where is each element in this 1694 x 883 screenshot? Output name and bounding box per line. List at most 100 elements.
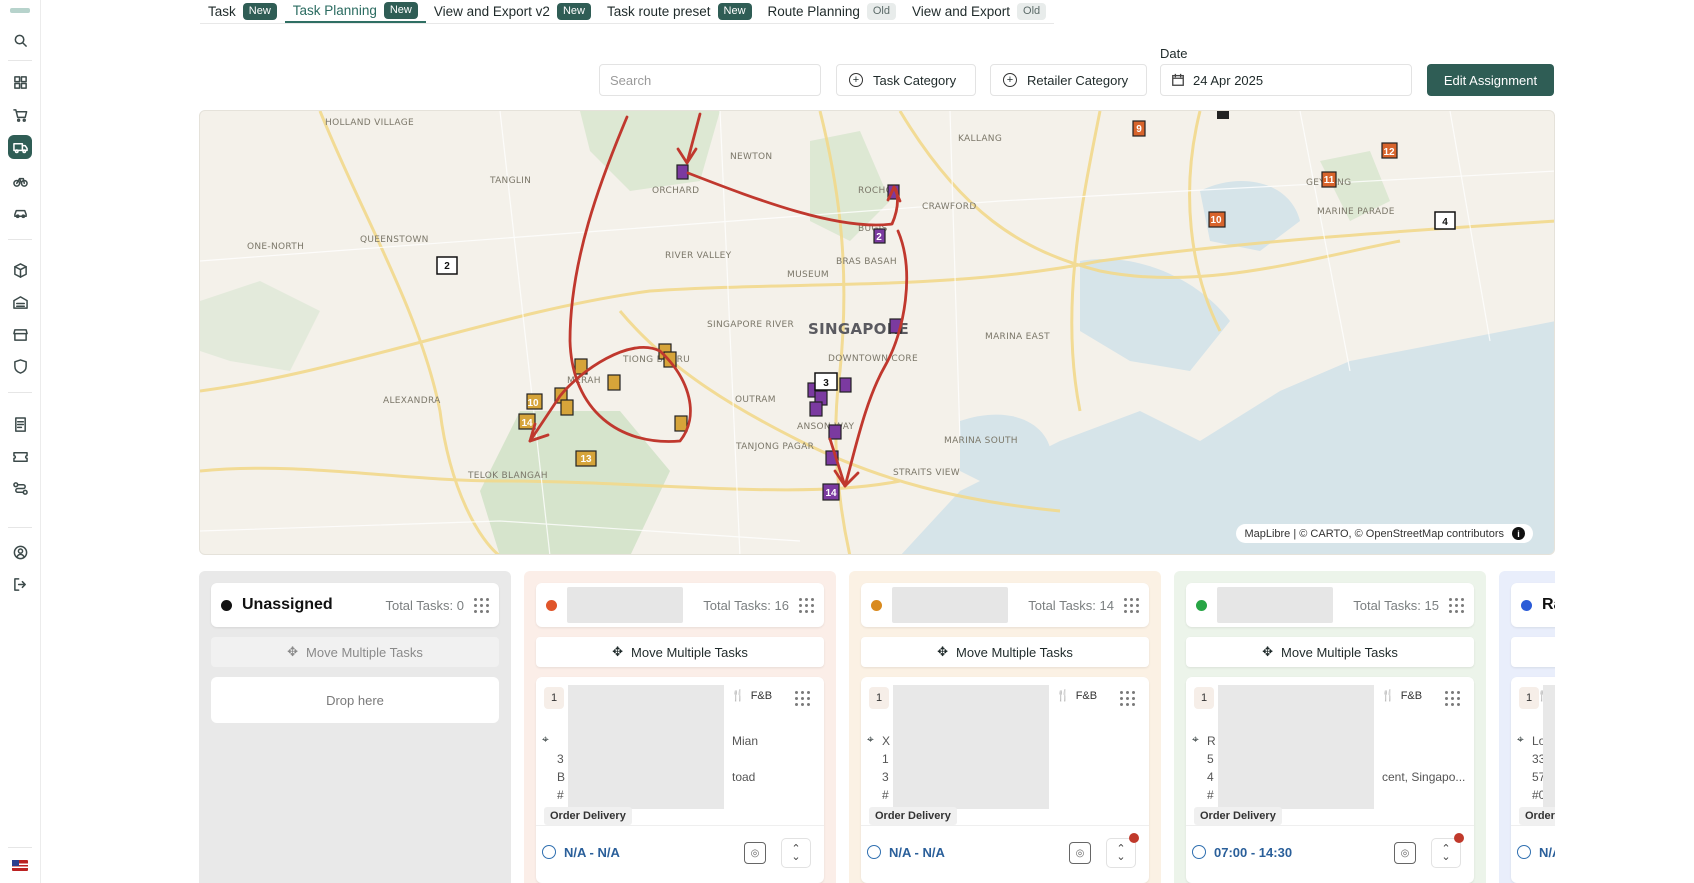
drag-handle-icon[interactable] xyxy=(1124,597,1139,613)
driver-column: Unassigned Total Tasks: 0 ✥ Move Multiple T… xyxy=(199,571,511,883)
address-line xyxy=(1382,786,1465,804)
map-place-label: ONE-NORTH xyxy=(247,242,304,252)
address-line: 3 xyxy=(882,770,889,784)
calendar-icon xyxy=(1172,73,1184,86)
task-card[interactable]: 1 🍴 F&B ⌖ R 5 4 # cent, Singapo... Order Delivery… xyxy=(1186,677,1474,883)
address-line: # xyxy=(557,788,564,802)
drag-handle-icon[interactable] xyxy=(1445,691,1460,706)
tab-view-and-export-v2[interactable]: View and Export v2 New xyxy=(426,0,599,23)
move-multiple-tasks-button[interactable]: ✥ Move Multiple Tasks xyxy=(536,637,824,667)
move-multiple-tasks-button[interactable]: ✥ Move Multiple Tasks xyxy=(211,637,499,667)
info-icon[interactable]: i xyxy=(1512,527,1525,540)
column-title: Unassigned xyxy=(242,596,333,613)
scan-icon[interactable]: ◎ xyxy=(1069,842,1091,864)
warehouse-icon[interactable] xyxy=(8,290,32,314)
account-icon[interactable] xyxy=(8,540,32,564)
task-sequence: 1 xyxy=(1194,687,1214,709)
map-place-label: MARINE PARADE xyxy=(1317,207,1395,217)
location-pin-icon: ⌖ xyxy=(1517,732,1524,746)
drag-handle-icon[interactable] xyxy=(799,597,814,613)
document-icon[interactable] xyxy=(8,412,32,436)
cart-icon[interactable] xyxy=(8,103,32,127)
category-label: F&B xyxy=(750,689,773,702)
tab-task-planning[interactable]: Task Planning New xyxy=(284,0,426,23)
map-place-label: TELOK BLANGAH xyxy=(467,471,548,481)
move-multiple-tasks-button[interactable] xyxy=(1511,637,1555,667)
toolbar: + Task Category + Retailer Category Date 2… xyxy=(0,46,1694,96)
shield-icon[interactable] xyxy=(8,354,32,378)
logout-icon[interactable] xyxy=(8,572,32,596)
driver-column: Total Tasks: 16 ✥ Move Multiple Tasks 1 🍴 F&B… xyxy=(524,571,836,883)
drag-handle-icon[interactable] xyxy=(474,597,489,613)
order-type-tag: Order xyxy=(1519,807,1555,825)
drag-handle-icon[interactable] xyxy=(1120,691,1135,706)
scan-icon[interactable]: ◎ xyxy=(744,842,766,864)
total-tasks: Total Tasks: 15 xyxy=(1353,597,1439,613)
drop-zone[interactable]: Drop here xyxy=(211,677,499,723)
store-icon[interactable] xyxy=(8,322,32,346)
map-attribution: MapLibre | © CARTO, © OpenStreetMap cont… xyxy=(1236,524,1533,543)
sidebar-divider xyxy=(8,392,32,393)
tab-task[interactable]: Task New xyxy=(200,0,285,23)
plus-circle-icon: + xyxy=(849,73,863,87)
alert-badge xyxy=(1454,833,1464,843)
utensils-icon: 🍴 xyxy=(731,690,745,702)
tab-route-planning[interactable]: Route Planning Old xyxy=(760,0,904,23)
retailer-category-button[interactable]: + Retailer Category xyxy=(990,64,1147,96)
status-dot xyxy=(546,599,557,611)
map-pin-number: 2 xyxy=(876,232,882,243)
map-place-label: TANGLIN xyxy=(489,176,531,186)
map-place-label: MARINA SOUTH xyxy=(944,436,1018,446)
task-card[interactable]: 1 🍴 F&B ⌖ X 1 3 # Order Delivery N/A - N/A ◎ ⌃ ⌄ xyxy=(861,677,1149,883)
tab-badge: New xyxy=(717,3,752,20)
drag-handle-icon[interactable] xyxy=(795,691,810,706)
package-icon[interactable] xyxy=(8,258,32,282)
bicycle-icon[interactable] xyxy=(8,168,32,192)
search-icon[interactable] xyxy=(8,28,32,52)
scan-icon[interactable]: ◎ xyxy=(1394,842,1416,864)
location-pin-icon: ⌖ xyxy=(1192,732,1199,746)
redacted-customer-info xyxy=(568,685,724,809)
clock-icon xyxy=(1192,845,1206,859)
column-header: Unassigned Total Tasks: 0 xyxy=(211,583,499,627)
redacted-driver-name xyxy=(567,587,683,623)
status-dot xyxy=(871,599,882,611)
map-place-label: ALEXANDRA xyxy=(383,396,441,406)
tab-bar: Task New Task Planning New View and Export v… xyxy=(200,0,1055,24)
delivery-truck-icon[interactable] xyxy=(8,135,32,159)
move-icon: ✥ xyxy=(937,644,949,659)
task-sequence: 1 xyxy=(544,687,564,709)
map-place-label: RIVER VALLEY xyxy=(665,251,732,261)
reorder-button[interactable]: ⌃ ⌄ xyxy=(1431,833,1464,868)
move-multiple-tasks-button[interactable]: ✥ Move Multiple Tasks xyxy=(1186,637,1474,667)
reorder-button[interactable]: ⌃ ⌄ xyxy=(781,838,811,868)
task-category-button[interactable]: + Task Category xyxy=(836,64,976,96)
tab-task-route-preset[interactable]: Task route preset New xyxy=(599,0,760,23)
search-input[interactable] xyxy=(599,64,821,96)
ticket-icon[interactable] xyxy=(8,444,32,468)
total-tasks: Total Tasks: 16 xyxy=(703,597,789,613)
date-picker[interactable]: 24 Apr 2025 xyxy=(1160,64,1412,96)
tab-label: Task xyxy=(208,4,236,19)
route-icon[interactable] xyxy=(8,476,32,500)
total-tasks: Total Tasks: 14 xyxy=(1028,597,1114,613)
edit-assignment-button[interactable]: Edit Assignment xyxy=(1427,64,1554,96)
move-multiple-tasks-button[interactable]: ✥ Move Multiple Tasks xyxy=(861,637,1149,667)
sidebar-divider xyxy=(8,847,32,848)
task-card[interactable]: 1🍴FC⌖Lon33057 (#01OrderN/A◎⌃⌄ xyxy=(1511,677,1555,883)
drag-handle-icon[interactable] xyxy=(1449,597,1464,613)
location-pin-icon: ⌖ xyxy=(542,732,549,746)
task-sequence: 1 xyxy=(1519,687,1539,709)
reorder-button[interactable]: ⌃ ⌄ xyxy=(1106,833,1139,868)
car-icon[interactable] xyxy=(8,200,32,224)
us-flag-icon[interactable] xyxy=(12,860,28,871)
tab-view-and-export[interactable]: View and Export Old xyxy=(904,0,1054,23)
task-card[interactable]: 1 🍴 F&B ⌖ 3 B # Mian toad Order Delivery N/A - N/A… xyxy=(536,677,824,883)
status-dot xyxy=(1521,599,1532,611)
tab-label: View and Export v2 xyxy=(433,4,550,19)
category-tag: 🍴 F&B xyxy=(1056,689,1097,703)
route-pins-white[interactable] xyxy=(436,111,1456,391)
map-canvas[interactable]: HOLLAND VILLAGETANGLINNEWTONORCHARD ROCHO… xyxy=(200,111,1555,555)
address-line: Mian xyxy=(732,734,759,748)
map[interactable]: HOLLAND VILLAGE TANGLIN NEWTON ORCHARD ROCHO… xyxy=(199,110,1555,555)
